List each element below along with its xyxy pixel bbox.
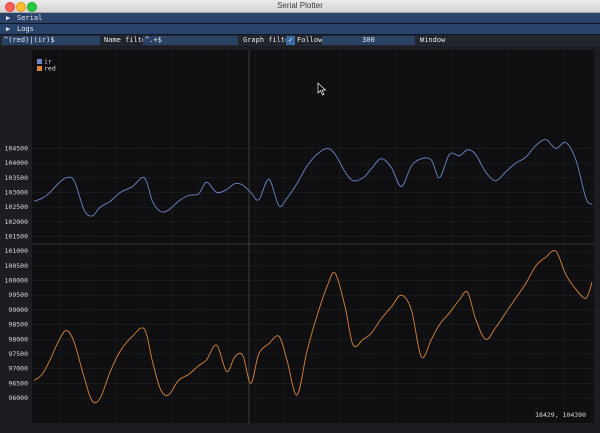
filter-bar: ^(red)|(ir)$ Name filter ^.+$ Graph filt… — [0, 35, 600, 46]
y-tick-label: 100500 — [5, 262, 29, 270]
y-tick-label: 104500 — [5, 144, 29, 152]
y-tick-label: 102000 — [5, 218, 29, 226]
y-tick-label: 103500 — [5, 174, 29, 182]
graph-regex-input[interactable]: ^(red)|(ir)$ — [2, 36, 100, 45]
triangle-right-icon: ▶ — [6, 14, 11, 22]
y-tick-label: 102500 — [5, 203, 29, 211]
y-tick-label: 96000 — [8, 394, 28, 402]
y-axis: 104500 104000 103500 103000 102500 102000 1015… — [5, 144, 29, 402]
y-tick-label: 98000 — [8, 335, 28, 343]
y-tick-label: 99000 — [8, 306, 28, 314]
serial-section-label: Serial — [17, 14, 43, 22]
y-tick-label: 100000 — [5, 277, 29, 285]
window-label: Window — [420, 36, 446, 44]
plot-svg[interactable]: 104500 104000 103500 103000 102500 102000 1015… — [0, 46, 600, 431]
serial-section-header[interactable]: ▶ Serial — [0, 13, 600, 24]
logs-section-label: Logs — [17, 25, 34, 33]
follow-checkbox[interactable]: ✓ — [286, 36, 295, 45]
y-tick-label: 98500 — [8, 321, 28, 329]
y-tick-label: 101500 — [5, 232, 29, 240]
y-tick-label: 96500 — [8, 379, 28, 387]
legend-swatch-red — [37, 66, 42, 71]
y-tick-label: 103000 — [5, 188, 29, 196]
legend-swatch-ir — [37, 59, 42, 64]
window-title: Serial Plotter — [277, 1, 323, 10]
y-tick-label: 97000 — [8, 365, 28, 373]
y-tick-label: 97500 — [8, 350, 28, 358]
plot-panel: 104500 104000 103500 103000 102500 102000 1015… — [0, 46, 600, 431]
legend-label-red: red — [44, 65, 56, 73]
window-size-input[interactable]: 300 — [322, 36, 415, 45]
y-tick-label: 99500 — [8, 291, 28, 299]
title-bar: Serial Plotter — [0, 0, 600, 13]
cursor-readout: 18429, 104390 — [535, 411, 586, 419]
name-filter-input[interactable]: ^.+$ — [143, 36, 238, 45]
y-tick-label: 101000 — [5, 247, 29, 255]
triangle-right-icon: ▶ — [6, 25, 11, 33]
checkmark-icon: ✓ — [288, 36, 293, 44]
logs-section-header[interactable]: ▶ Logs — [0, 24, 600, 35]
follow-label: Follow — [297, 36, 323, 44]
y-tick-label: 104000 — [5, 159, 29, 167]
